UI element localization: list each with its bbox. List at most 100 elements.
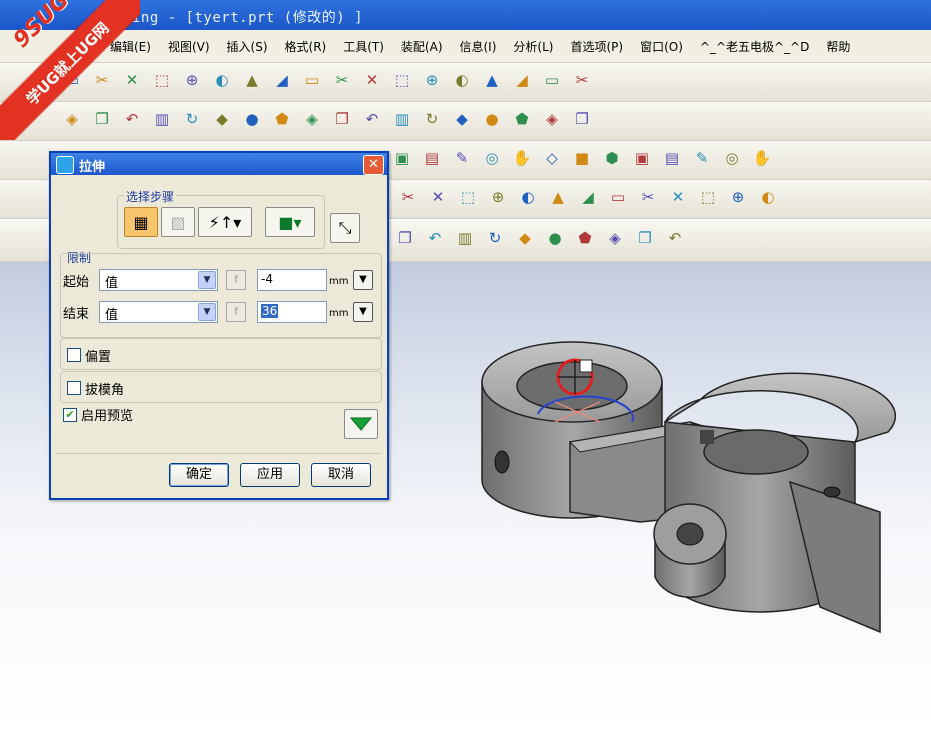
shade-icon[interactable]: ◢	[512, 70, 532, 90]
text-icon[interactable]: ⬟	[575, 228, 595, 248]
close-button[interactable]: ✕	[363, 155, 384, 175]
offset-checkbox[interactable]	[67, 348, 81, 362]
pocket-icon[interactable]: ●	[242, 109, 262, 129]
paste-icon[interactable]: ◐	[212, 70, 232, 90]
constraint-icon[interactable]: ▥	[455, 228, 475, 248]
ok-button[interactable]: 确定	[169, 463, 229, 487]
menu-item-10[interactable]: ^_^老五电极^_^D	[700, 38, 809, 55]
end-mode-select[interactable]: 值 ▼	[99, 301, 218, 323]
vector-step-button[interactable]: ⚡↑▾	[198, 207, 252, 237]
end-arrow-down-icon[interactable]: ▼	[353, 302, 373, 322]
formula-icon[interactable]: f	[226, 302, 246, 322]
fit-icon[interactable]: ✕	[362, 70, 382, 90]
more-options-button[interactable]	[344, 409, 378, 439]
sew-icon[interactable]: ◎	[722, 148, 742, 168]
preview-checkbox[interactable]: ✔	[63, 408, 77, 422]
box-icon[interactable]: ❐	[572, 109, 592, 129]
point-icon[interactable]: ◈	[605, 228, 625, 248]
copy-icon[interactable]: ⊕	[182, 70, 202, 90]
undo-icon[interactable]: ◢	[272, 70, 292, 90]
blend-icon[interactable]: ✋	[512, 148, 532, 168]
menu-item-3[interactable]: 格式(R)	[285, 38, 327, 55]
rotate-icon[interactable]: ◐	[452, 70, 472, 90]
pan-icon[interactable]: ▲	[482, 70, 502, 90]
combine-icon[interactable]: ⊕	[728, 187, 748, 207]
menu-item-1[interactable]: 视图(V)	[168, 38, 210, 55]
shell-icon[interactable]: ■	[572, 148, 592, 168]
cut-icon[interactable]: ⬚	[152, 70, 172, 90]
cylinder2-icon[interactable]: ▤	[422, 148, 442, 168]
end-value-input[interactable]: 36	[257, 301, 327, 323]
menu-item-4[interactable]: 工具(T)	[343, 38, 384, 55]
direction-step-button[interactable]: ▧	[161, 207, 195, 237]
reverse-direction-button[interactable]: ⤡	[330, 213, 360, 243]
assembly-icon[interactable]: ❐	[395, 228, 415, 248]
start-value-input[interactable]: -4	[257, 269, 327, 291]
menu-item-5[interactable]: 装配(A)	[401, 38, 443, 55]
menu-item-11[interactable]: 帮助	[826, 38, 850, 55]
circle-icon[interactable]: ⬚	[458, 187, 478, 207]
hole2-icon[interactable]: ❐	[635, 228, 655, 248]
chevron-down-icon[interactable]: ▼	[198, 303, 216, 321]
delete-icon[interactable]: ▲	[242, 70, 262, 90]
face-icon[interactable]: ▭	[608, 187, 628, 207]
rectangle-icon[interactable]: ✂	[398, 187, 418, 207]
formula-icon[interactable]: f	[226, 270, 246, 290]
bridge-icon[interactable]: ⬚	[698, 187, 718, 207]
draft-icon[interactable]: ▣	[632, 148, 652, 168]
chevron-down-icon[interactable]: ▼	[198, 271, 216, 289]
feature-icon[interactable]: ↻	[182, 109, 202, 129]
apply-button[interactable]: 应用	[240, 463, 300, 487]
trim-icon[interactable]: ▤	[662, 148, 682, 168]
triangle-icon[interactable]: ◆	[515, 228, 535, 248]
menu-item-9[interactable]: 窗口(O)	[640, 38, 683, 55]
polygon-icon[interactable]: ✕	[428, 187, 448, 207]
section-icon[interactable]: ✕	[668, 187, 688, 207]
layer-icon[interactable]: ↶	[665, 228, 685, 248]
patch-icon[interactable]: ✋	[752, 148, 772, 168]
boss2-icon[interactable]: ◎	[482, 148, 502, 168]
menu-item-6[interactable]: 信息(I)	[460, 38, 497, 55]
texture-icon[interactable]: ●	[545, 228, 565, 248]
start-mode-select[interactable]: 值 ▼	[99, 269, 218, 291]
cone-icon[interactable]: ▥	[392, 109, 412, 129]
edge-icon[interactable]: ●	[482, 109, 502, 129]
select-icon[interactable]: ✂	[332, 70, 352, 90]
draft-checkbox[interactable]	[67, 381, 81, 395]
helix-icon[interactable]: ◢	[578, 187, 598, 207]
menu-item-2[interactable]: 插入(S)	[227, 38, 268, 55]
zoom-box-icon[interactable]: ⬚	[392, 70, 412, 90]
body-icon[interactable]: ◈	[542, 109, 562, 129]
boss-icon[interactable]: ◆	[212, 109, 232, 129]
cylinder-icon[interactable]: ↶	[362, 109, 382, 129]
project-icon[interactable]: ◐	[758, 187, 778, 207]
offset-icon[interactable]: ⬢	[602, 148, 622, 168]
view-cube-icon[interactable]: ▭	[542, 70, 562, 90]
curve-icon[interactable]: ◆	[452, 109, 472, 129]
hole-icon[interactable]: ✎	[452, 148, 472, 168]
tube-icon[interactable]: ▥	[152, 109, 172, 129]
mate-icon[interactable]: ↻	[485, 228, 505, 248]
cross-icon[interactable]: ◐	[518, 187, 538, 207]
spline-icon[interactable]: ▲	[548, 187, 568, 207]
start-arrow-down-icon[interactable]: ▼	[353, 270, 373, 290]
box-view-icon[interactable]: ✂	[572, 70, 592, 90]
cancel-button[interactable]: 取消	[311, 463, 371, 487]
brush-icon[interactable]: ▭	[302, 70, 322, 90]
chamfer-icon[interactable]: ◇	[542, 148, 562, 168]
zoom-icon[interactable]: ⊕	[422, 70, 442, 90]
component-icon[interactable]: ↶	[425, 228, 445, 248]
section-step-button[interactable]: ▦	[124, 207, 158, 237]
surface-icon[interactable]: ⬟	[512, 109, 532, 129]
slot-icon[interactable]: ◈	[302, 109, 322, 129]
pad2-icon[interactable]: ▣	[392, 148, 412, 168]
split-icon[interactable]: ✎	[692, 148, 712, 168]
boolean-step-button[interactable]: ■▾	[265, 207, 315, 237]
menu-item-8[interactable]: 首选项(P)	[570, 38, 623, 55]
sketch-icon[interactable]: ↻	[422, 109, 442, 129]
groove-icon[interactable]: ❐	[332, 109, 352, 129]
arc-icon[interactable]: ⊕	[488, 187, 508, 207]
menu-item-7[interactable]: 分析(L)	[513, 38, 553, 55]
law-icon[interactable]: ✂	[638, 187, 658, 207]
pad-icon[interactable]: ⬟	[272, 109, 292, 129]
